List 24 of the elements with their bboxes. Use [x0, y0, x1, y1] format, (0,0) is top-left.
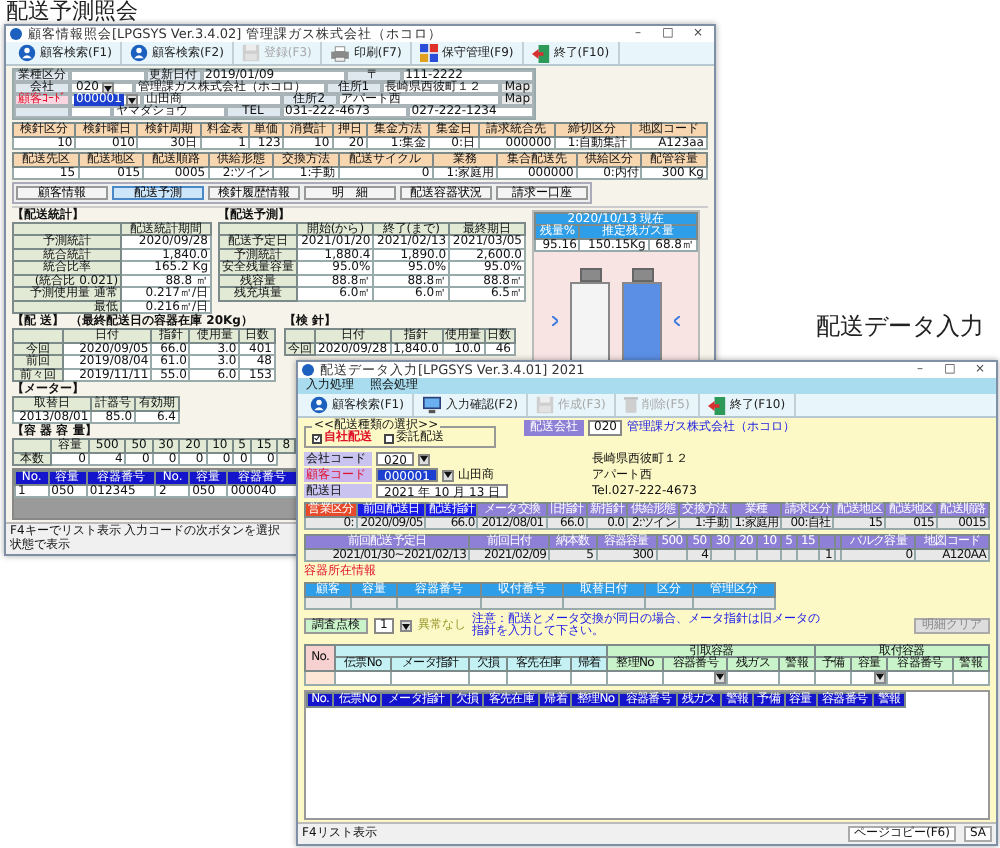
printer-icon: [329, 45, 350, 61]
checkbox[interactable]: [312, 433, 322, 443]
page-heading: 配送予測照会: [6, 0, 138, 24]
checkbox[interactable]: [384, 433, 394, 443]
monitor-icon: [421, 396, 442, 414]
app-icon: [302, 364, 314, 376]
dropdown-button[interactable]: [102, 82, 115, 94]
header-corner-cell: [13, 329, 63, 342]
grid-icon: [419, 44, 438, 62]
page-heading: 配送データ入力: [816, 314, 984, 340]
header-corner-cell: [13, 222, 122, 235]
header-corner-cell: [285, 329, 315, 342]
exit-door-icon: [531, 43, 550, 63]
dropdown-button[interactable]: [125, 94, 138, 106]
bin-icon: [623, 396, 638, 414]
dropdown-button[interactable]: [441, 469, 454, 481]
person-icon: [310, 396, 328, 414]
dropdown-button[interactable]: [399, 620, 412, 632]
header-corner-cell: [13, 439, 51, 452]
field-label: [14, 106, 70, 118]
dropdown-button[interactable]: [418, 453, 431, 465]
app-icon: [10, 28, 22, 40]
header-corner-cell: [219, 222, 298, 235]
exit-door-icon: [707, 395, 726, 415]
